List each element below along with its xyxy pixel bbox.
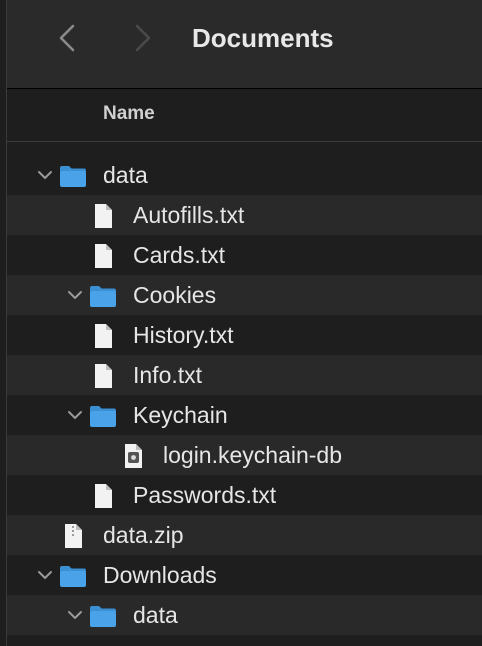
folder-icon bbox=[89, 603, 117, 629]
item-label: Downloads bbox=[103, 562, 217, 588]
folder-icon bbox=[59, 563, 87, 589]
disclosure-chevron-down-icon[interactable] bbox=[65, 405, 85, 425]
list-item[interactable]: Info.txt bbox=[7, 355, 482, 395]
column-header-name[interactable]: Name bbox=[103, 103, 155, 125]
list-item[interactable]: Autofills.txt bbox=[7, 195, 482, 235]
list-item[interactable]: data.zip bbox=[7, 515, 482, 555]
toolbar: Documents bbox=[7, 0, 482, 89]
list-item[interactable]: History.txt bbox=[7, 315, 482, 355]
item-label: Cookies bbox=[133, 282, 217, 308]
item-label: login.keychain-db bbox=[163, 442, 343, 468]
disclosure-chevron-down-icon[interactable] bbox=[65, 605, 85, 625]
disclosure-chevron-down-icon[interactable] bbox=[35, 165, 55, 185]
zip-file-icon bbox=[59, 523, 87, 549]
document-icon bbox=[89, 243, 117, 269]
item-label: Keychain bbox=[133, 402, 228, 428]
item-label: Cards.txt bbox=[133, 242, 226, 268]
item-label: data.zip bbox=[103, 522, 184, 548]
item-label: Autofills.txt bbox=[133, 202, 245, 228]
chevron-right-icon bbox=[135, 24, 151, 52]
item-label: data bbox=[103, 162, 148, 188]
document-icon bbox=[89, 483, 117, 509]
list-item[interactable]: data bbox=[7, 155, 482, 195]
list-item[interactable]: Passwords.txt bbox=[7, 475, 482, 515]
chevron-left-icon bbox=[59, 24, 75, 52]
file-list: data Autofills.txt Cards.txt Cookies History… bbox=[7, 155, 482, 635]
list-item[interactable]: Cards.txt bbox=[7, 235, 482, 275]
list-item[interactable]: Keychain bbox=[7, 395, 482, 435]
list-item[interactable]: login.keychain-db bbox=[7, 435, 482, 475]
document-icon bbox=[89, 323, 117, 349]
folder-icon bbox=[89, 283, 117, 309]
disclosure-chevron-down-icon[interactable] bbox=[65, 285, 85, 305]
list-item[interactable]: Cookies bbox=[7, 275, 482, 315]
disclosure-chevron-down-icon[interactable] bbox=[35, 565, 55, 585]
document-icon bbox=[89, 203, 117, 229]
folder-icon bbox=[59, 163, 87, 189]
item-label: Info.txt bbox=[133, 362, 203, 388]
forward-button[interactable] bbox=[125, 20, 161, 56]
window-title: Documents bbox=[192, 23, 334, 53]
list-item[interactable]: Downloads bbox=[7, 555, 482, 595]
keychain-file-icon bbox=[119, 443, 147, 469]
folder-icon bbox=[89, 403, 117, 429]
list-item[interactable]: data bbox=[7, 595, 482, 635]
back-button[interactable] bbox=[49, 20, 85, 56]
item-label: data bbox=[133, 602, 178, 628]
document-icon bbox=[89, 363, 117, 389]
item-label: History.txt bbox=[133, 322, 234, 348]
column-header: Name bbox=[7, 89, 482, 142]
item-label: Passwords.txt bbox=[133, 482, 277, 508]
